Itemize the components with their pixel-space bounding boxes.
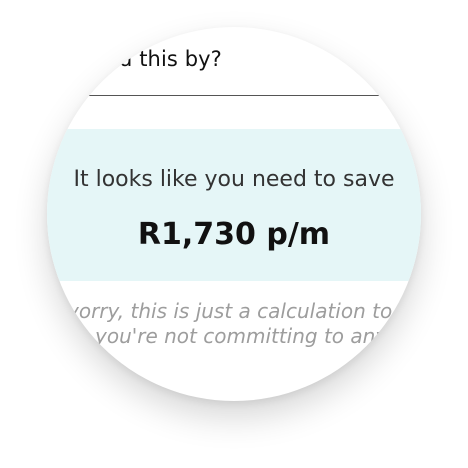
disclaimer-line-1: vorry, this is just a calculation to he: [67, 299, 421, 323]
savings-caption: It looks like you need to save: [73, 167, 395, 192]
monthly-savings-amount: R1,730 p/m: [137, 217, 331, 252]
disclaimer-line-2: you're not committing to anyt: [95, 324, 396, 348]
savings-result-panel: It looks like you need to save R1,730 p/…: [47, 129, 421, 281]
magnified-view: d this by? It looks like you need to sav…: [47, 27, 421, 401]
question-label: d this by?: [119, 47, 222, 71]
answer-input-underline[interactable]: [85, 95, 385, 96]
